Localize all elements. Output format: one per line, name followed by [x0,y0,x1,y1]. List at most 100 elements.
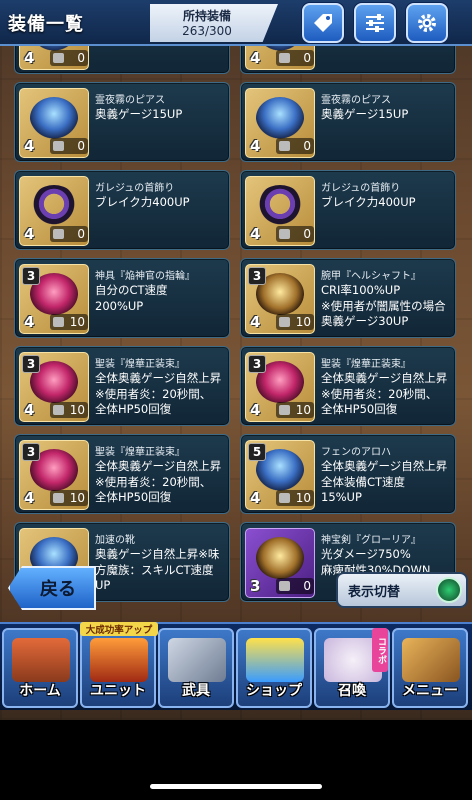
hammer-icon [279,141,290,151]
equipment-name: ガレジュの首飾り [321,183,401,194]
treasure-chest-icon [246,638,304,682]
nav-unit[interactable]: ユニット [80,628,156,708]
description-line: 奥義ゲージ自然上昇※味 [95,547,220,561]
equipment-screen: 装備一覧 所持装備 263/300 4 0 4 0 4 0 霊夜霧のピアス 奥義ゲージ15UP… [0,0,472,720]
equipment-thumbnail: 40 [245,88,315,158]
upgrade-count: 0 [276,138,314,154]
equipment-level: 4 [250,313,261,331]
equipment-card[interactable]: 4 0 ガレジュの首飾り ブレイク力400UP [240,170,456,250]
refresh-icon [436,577,462,603]
display-toggle-label: 表示切替 [348,584,401,600]
house-icon [12,638,70,682]
equipment-level: 4 [24,225,35,243]
description-line: 全体HP50回復 [95,402,172,416]
equipment-card[interactable]: 3 4 10 腕甲『ヘルシャフト』 CRI率100%UP ※使用者が闇属性の場合 奥義ゲージ… [240,258,456,338]
hammer-icon [53,53,64,63]
hammer-icon [279,53,290,63]
upgrade-count-value: 0 [77,227,85,241]
nav-equipment-label: 武具 [182,683,210,699]
display-toggle-button[interactable]: 表示切替 [336,572,468,608]
equipment-card[interactable]: 4 0 霊夜霧のピアス 奥義ゲージ15UP [240,82,456,162]
hammer-icon [53,141,64,151]
equipment-description: 奥義ゲージ15UP [95,107,229,123]
equipment-description: ブレイク力400UP [321,195,455,211]
star-rank-badge: 3 [22,355,40,373]
upgrade-count-value: 0 [77,139,85,153]
hammer-icon [279,581,290,591]
equipment-name: 加速の靴 [95,535,135,546]
upgrade-count-value: 10 [69,403,85,417]
equipment-level: 4 [24,489,35,507]
equipment-description: 自分のCT速度 200%UP [95,283,229,314]
description-line: 光ダメージ750% [321,547,411,561]
equipment-level: 4 [24,313,35,331]
nav-unit-label: ユニット [90,683,146,699]
equipment-card[interactable]: 3 4 10 聖装『煌華正装束』 全体奥義ゲージ自然上昇 ※使用者炎：20秒間、 全体HP5… [14,434,230,514]
nav-summon-label: 召喚 [338,683,366,699]
nav-home[interactable]: ホーム [2,628,78,708]
equipment-name: 神具『焔神官の指輪』 [95,271,195,282]
equipment-level: 4 [250,225,261,243]
equipment-description: 奥義ゲージ15UP [321,107,455,123]
nav-shop[interactable]: ショップ [236,628,312,708]
equipment-description: 全体奥義ゲージ自然上昇 ※使用者炎：20秒間、 全体HP50回復 [321,371,455,418]
settings-button[interactable] [406,3,448,43]
collab-badge: コラボ [372,628,388,672]
description-line: 全体HP50回復 [321,402,398,416]
hammer-icon [279,229,290,239]
equipment-art-icon [256,537,304,579]
owned-label: 所持装備 [182,9,231,23]
hammer-icon [279,493,290,503]
equipment-card[interactable]: 3 4 10 聖装『煌華正装束』 全体奥義ゲージ自然上昇 ※使用者炎：20秒間、 全体HP5… [14,346,230,426]
description-line: ※使用者炎：20秒間、 [95,474,212,489]
description-line: 奥義ゲージ15UP [95,107,183,121]
star-rank-badge: 5 [248,443,266,461]
description-line: CRI率100%UP [321,283,401,297]
equipment-list[interactable]: 4 0 4 0 4 0 霊夜霧のピアス 奥義ゲージ15UP 4 0 霊夜霧のピアス 奥義ゲージ15UP… [0,46,472,636]
description-line: ※使用者炎：20秒間、 [95,386,212,401]
equipment-thumbnail: 40 [19,88,89,158]
equipment-level: 4 [24,401,35,419]
equipment-thumbnail: 30 [245,528,315,598]
equipment-card[interactable]: 3 4 10 神具『焔神官の指輪』 自分のCT速度 200%UP [14,258,230,338]
description-line: 奥義ゲージ15UP [321,107,409,121]
hammer-icon [53,317,64,327]
hammer-icon [53,229,64,239]
upgrade-count-value: 10 [295,315,311,329]
description-line: UP [95,578,111,592]
equipment-thumbnail: 40 [245,46,315,70]
hammer-icon [279,405,290,415]
nav-shop-label: ショップ [246,683,302,699]
equipment-name: 霊夜霧のピアス [321,95,391,106]
tag-button[interactable] [302,3,344,43]
sliders-icon [366,14,384,32]
description-line: 全体奥義ゲージ自然上昇 [321,459,448,473]
equipment-card[interactable]: 4 0 霊夜霧のピアス 奥義ゲージ15UP [14,82,230,162]
equipment-card[interactable]: 40 [14,46,230,74]
equipment-thumbnail: 40 [19,46,89,70]
unit-portrait-icon [90,638,148,682]
sword-shield-icon [168,638,226,682]
equipment-card[interactable]: 4 0 ガレジュの首飾り ブレイク力400UP [14,170,230,250]
equipment-card[interactable]: 5 4 10 フェンのアロハ 全体奥義ゲージ自然上昇 全体装備CT速度 15%UP [240,434,456,514]
equipment-card[interactable]: 40 [240,46,456,74]
upgrade-count: 0 [50,50,88,66]
equipment-description: 全体奥義ゲージ自然上昇 ※使用者炎：20秒間、 全体HP50回復 [95,459,229,506]
description-line: 方魔族：スキルCT速度 [95,562,214,577]
nav-equipment[interactable]: 武具 [158,628,234,708]
header-bar: 装備一覧 所持装備 263/300 [0,0,472,46]
home-indicator[interactable] [150,784,322,789]
upgrade-count: 10 [50,314,88,330]
back-button[interactable]: 戻る [8,566,96,610]
equipment-name: フェンのアロハ [321,447,391,458]
equipment-description: ブレイク力400UP [95,195,229,211]
description-line: 奥義ゲージ30UP [321,314,409,328]
equipment-card[interactable]: 3 4 10 聖装『煌華正装束』 全体奥義ゲージ自然上昇 ※使用者炎：20秒間、 全体HP5… [240,346,456,426]
bottom-nav: ホーム ユニット 武具 ショップ 召喚 メニュー [0,622,472,710]
upgrade-count: 0 [276,50,314,66]
filter-button[interactable] [354,3,396,43]
nav-menu[interactable]: メニュー [392,628,468,708]
upgrade-count-value: 10 [295,403,311,417]
equipment-art-icon [30,185,78,227]
upgrade-count-value: 10 [69,315,85,329]
